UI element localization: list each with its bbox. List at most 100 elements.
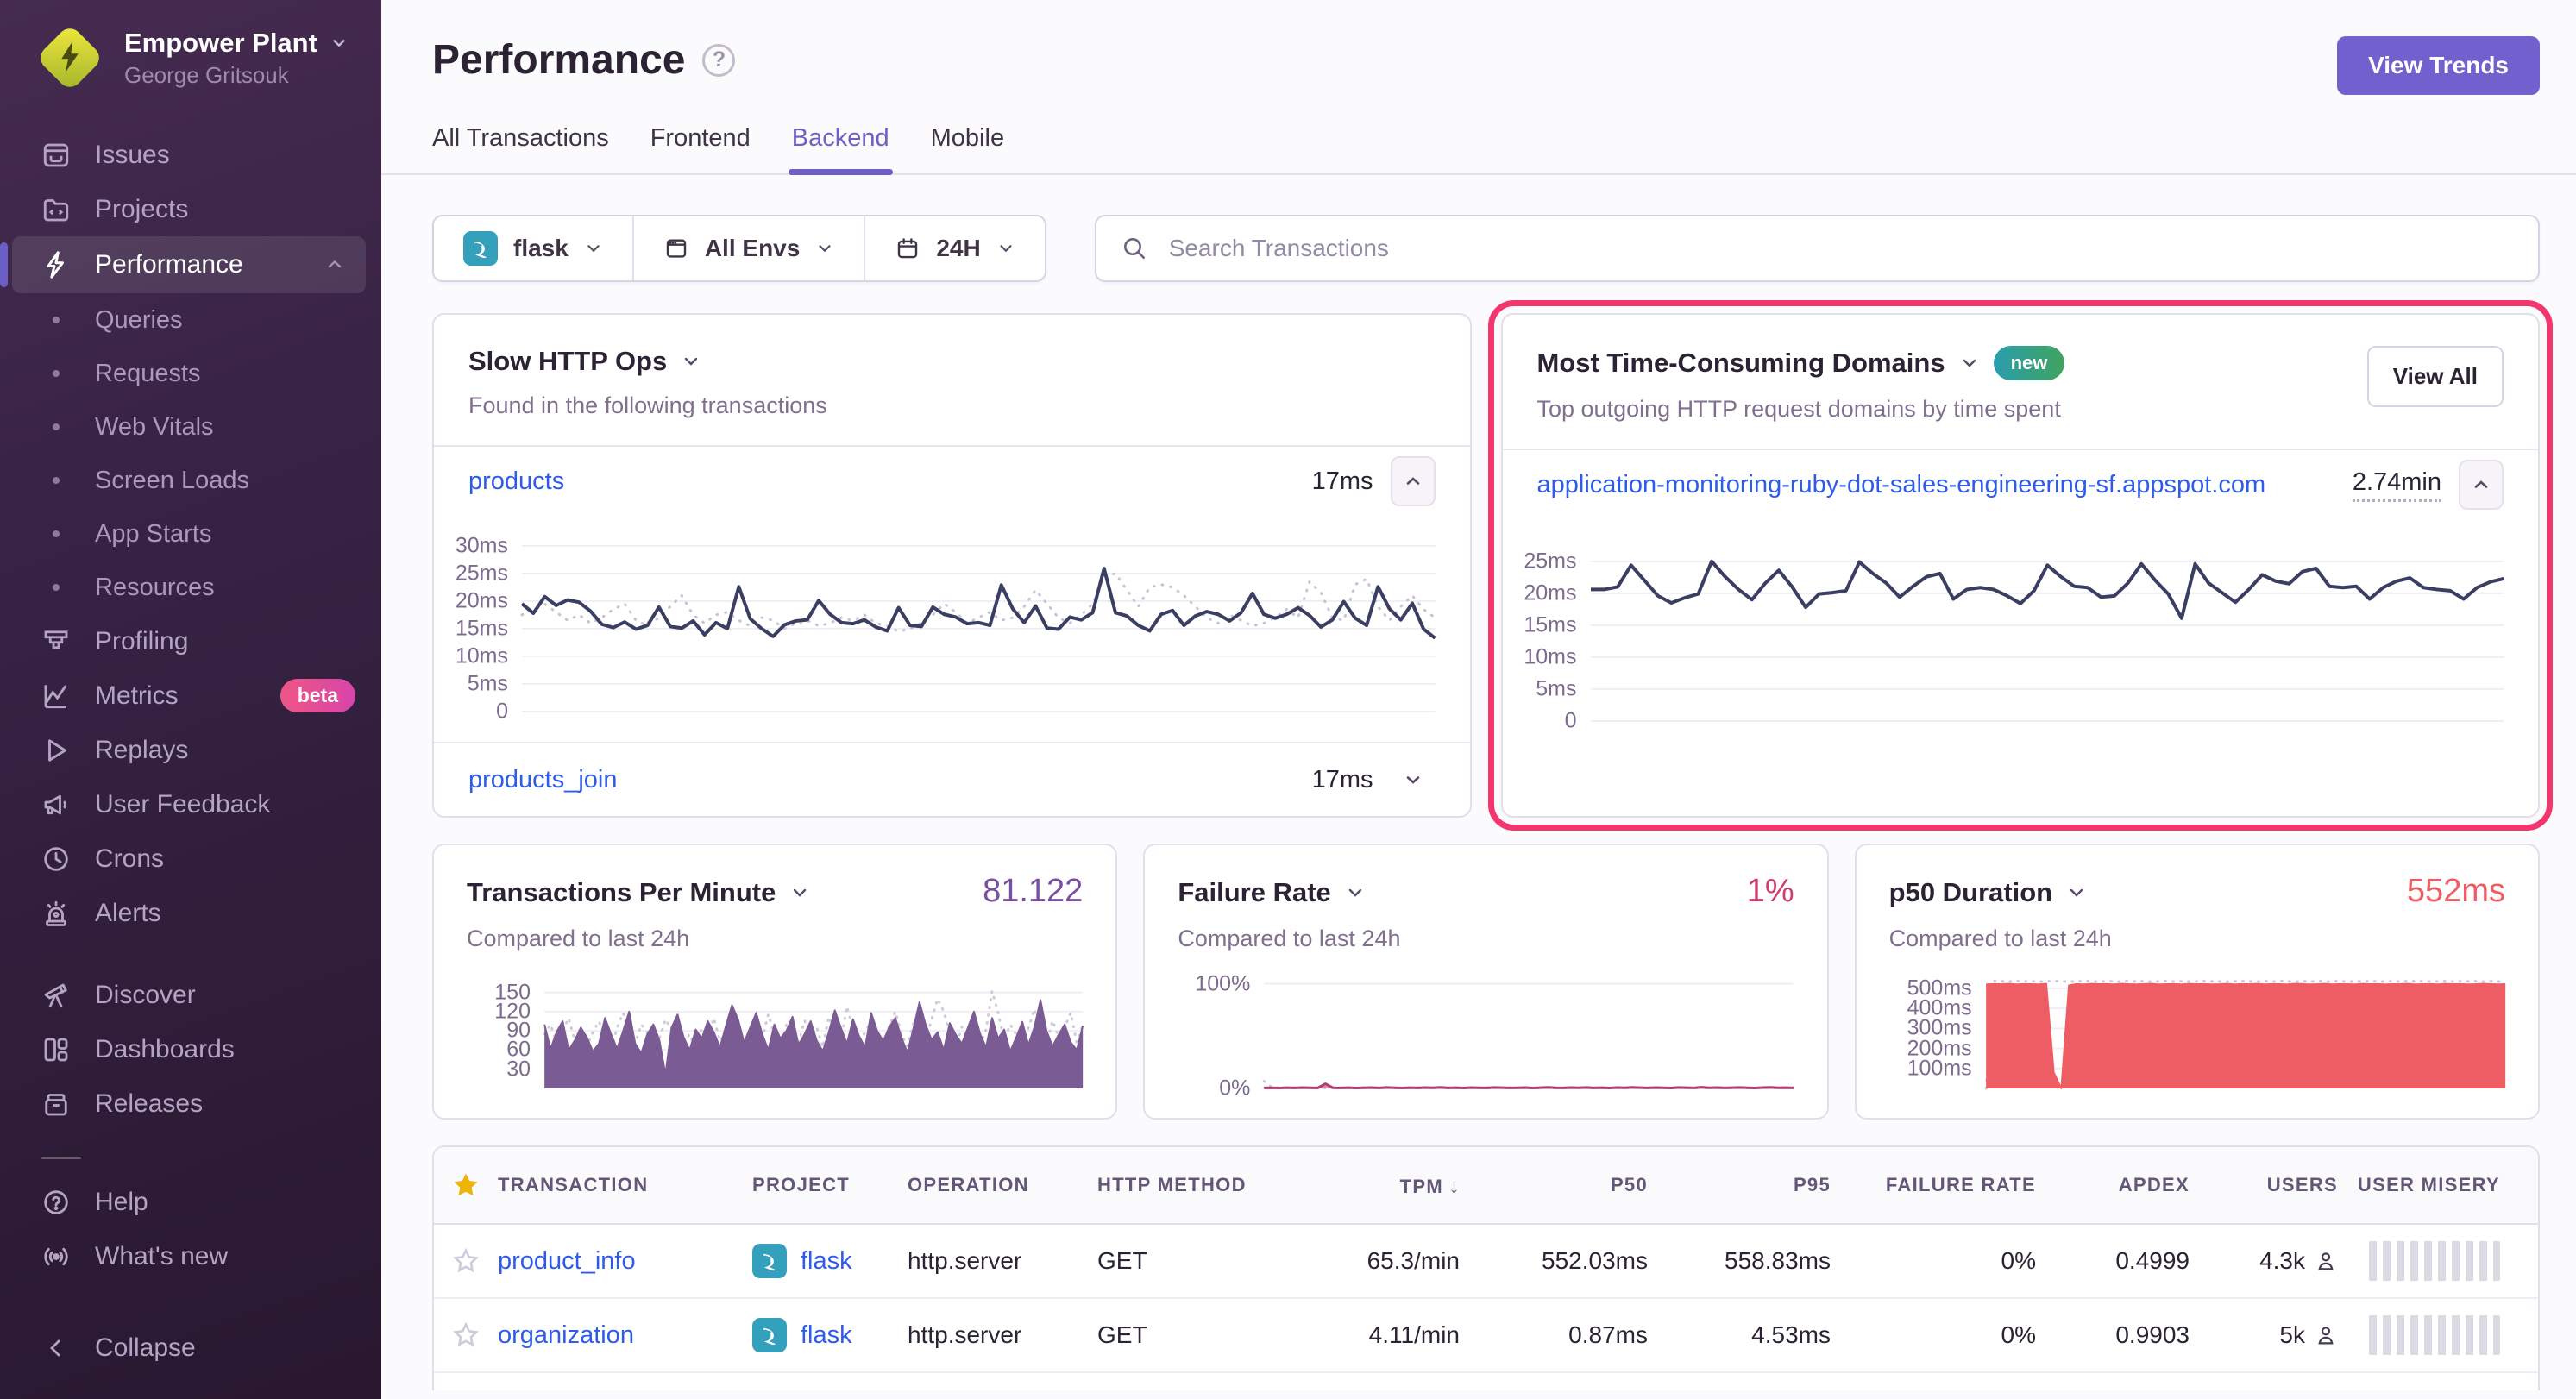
collapse-button[interactable]: Collapse <box>0 1321 381 1375</box>
flask-project-icon <box>752 1318 787 1352</box>
sidebar-item-user-feedback[interactable]: User Feedback <box>0 777 381 831</box>
table-clipped-row <box>434 1373 2538 1390</box>
tab-frontend[interactable]: Frontend <box>650 124 751 173</box>
project-filter[interactable]: flask <box>434 216 632 280</box>
tab-mobile[interactable]: Mobile <box>931 124 1004 173</box>
p50-title-row[interactable]: p50 Duration <box>1889 877 2087 908</box>
column-header-failure-rate[interactable]: FAILURE RATE <box>1886 1174 2036 1196</box>
failure-rate-cell: 0% <box>2001 1321 2036 1349</box>
collapse-row-button[interactable] <box>2459 460 2504 510</box>
sidebar-spacer <box>0 1283 381 1321</box>
date-range-filter[interactable]: 24H <box>864 216 1044 280</box>
project-link[interactable]: flask <box>801 1321 852 1350</box>
domains-chart: 25ms20ms15ms10ms5ms0 <box>1503 549 2504 721</box>
sidebar-item-resources[interactable]: Resources <box>0 561 381 614</box>
sidebar-item-metrics[interactable]: Metrics beta <box>0 668 381 723</box>
transaction-link[interactable]: organization <box>498 1321 634 1349</box>
sidebar-item-crons[interactable]: Crons <box>0 831 381 886</box>
collapse-row-button[interactable] <box>1391 456 1436 506</box>
column-header-users[interactable]: USERS <box>2267 1174 2338 1196</box>
tab-backend[interactable]: Backend <box>792 124 889 173</box>
sidebar-item-queries[interactable]: Queries <box>0 293 381 347</box>
column-header-user-misery[interactable]: USER MISERY <box>2358 1174 2538 1196</box>
sidebar-item-alerts[interactable]: Alerts <box>0 886 381 940</box>
tpm-subtitle: Compared to last 24h <box>467 925 1083 952</box>
domain-link[interactable]: application-monitoring-ruby-dot-sales-en… <box>1537 471 2266 499</box>
tab-all-transactions[interactable]: All Transactions <box>432 124 609 173</box>
column-header-http-method[interactable]: HTTP METHOD <box>1097 1174 1311 1196</box>
p95-cell: 4.53ms <box>1751 1321 1831 1349</box>
sidebar-item-label: App Starts <box>95 520 211 549</box>
sidebar-item-app-starts[interactable]: App Starts <box>0 507 381 561</box>
column-header-operation[interactable]: OPERATION <box>908 1174 1097 1196</box>
environment-filter[interactable]: All Envs <box>632 216 864 280</box>
sidebar-item-requests[interactable]: Requests <box>0 347 381 400</box>
y-axis-labels: 150120906030 <box>467 976 544 1088</box>
beta-badge: beta <box>280 679 355 712</box>
sidebar: Empower Plant George Gritsouk Issues Pro… <box>0 0 381 1399</box>
user-misery-cell <box>2338 1241 2538 1281</box>
sidebar-item-screen-loads[interactable]: Screen Loads <box>0 454 381 507</box>
telescope-icon <box>40 980 72 1011</box>
view-all-button[interactable]: View All <box>2367 346 2504 407</box>
sidebar-item-web-vitals[interactable]: Web Vitals <box>0 400 381 454</box>
favorite-toggle[interactable] <box>434 1321 498 1350</box>
column-header-p50[interactable]: P50 <box>1611 1174 1648 1196</box>
column-header-tpm[interactable]: TPM↓ <box>1400 1172 1460 1199</box>
sidebar-item-projects[interactable]: Projects <box>0 182 381 236</box>
sidebar-item-label: Issues <box>95 141 170 170</box>
tpm-header: Transactions Per Minute 81.122 <box>467 873 1083 910</box>
sidebar-item-performance[interactable]: Performance <box>12 236 366 293</box>
p50-subtitle: Compared to last 24h <box>1889 925 2505 952</box>
sidebar-item-discover[interactable]: Discover <box>0 968 381 1022</box>
chevron-up-icon[interactable] <box>324 254 345 275</box>
domain-time-spent[interactable]: 2.74min <box>2353 468 2441 502</box>
tpm-title-row[interactable]: Transactions Per Minute <box>467 877 810 908</box>
sidebar-item-profiling[interactable]: Profiling <box>0 614 381 668</box>
transaction-link-products-join[interactable]: products_join <box>468 766 618 794</box>
domains-subtitle: Top outgoing HTTP request domains by tim… <box>1537 396 2065 423</box>
domains-plot <box>1591 549 2504 721</box>
profiling-icon <box>40 626 72 657</box>
user-misery-bars <box>2369 1315 2500 1355</box>
favorite-column-header[interactable] <box>434 1170 498 1200</box>
column-header-project[interactable]: PROJECT <box>752 1174 908 1196</box>
bullet-icon <box>40 530 72 537</box>
search-input[interactable] <box>1167 234 2514 263</box>
view-trends-button[interactable]: View Trends <box>2337 36 2540 95</box>
projects-icon <box>40 194 72 225</box>
sidebar-item-issues[interactable]: Issues <box>0 128 381 182</box>
p50-cell: 552.03ms <box>1542 1247 1648 1275</box>
sidebar-item-whats-new[interactable]: What's new <box>0 1229 381 1283</box>
releases-icon <box>40 1088 72 1120</box>
slow-http-ops-title-row[interactable]: Slow HTTP Ops <box>468 346 1436 377</box>
org-switcher[interactable]: Empower Plant George Gritsouk <box>0 26 381 90</box>
transaction-link-products[interactable]: products <box>468 467 564 496</box>
transaction-link[interactable]: product_info <box>498 1247 636 1275</box>
user-icon <box>2314 1249 2338 1273</box>
search-bar[interactable] <box>1095 215 2540 282</box>
domains-title-row[interactable]: Most Time-Consuming Domains new <box>1537 346 2065 380</box>
broadcast-icon <box>40 1241 72 1272</box>
p50-chart: 500ms400ms300ms200ms100ms <box>1889 976 2505 1088</box>
column-header-transaction[interactable]: TRANSACTION <box>498 1174 752 1196</box>
sidebar-item-label: Metrics <box>95 681 179 711</box>
project-cell[interactable]: flask <box>752 1244 908 1278</box>
sidebar-item-help[interactable]: Help <box>0 1175 381 1229</box>
project-cell[interactable]: flask <box>752 1318 908 1352</box>
expand-row-button[interactable] <box>1391 755 1436 805</box>
column-header-p95[interactable]: P95 <box>1794 1174 1831 1196</box>
help-tooltip-icon[interactable]: ? <box>702 44 735 77</box>
tab-bar: All Transactions Frontend Backend Mobile <box>381 95 2576 175</box>
sidebar-item-dashboards[interactable]: Dashboards <box>0 1022 381 1076</box>
sidebar-item-label: Resources <box>95 574 215 602</box>
sidebar-item-releases[interactable]: Releases <box>0 1076 381 1131</box>
failure-rate-title-row[interactable]: Failure Rate <box>1178 877 1365 908</box>
sidebar-item-replays[interactable]: Replays <box>0 723 381 777</box>
favorite-toggle[interactable] <box>434 1246 498 1276</box>
p95-cell: 558.83ms <box>1725 1247 1831 1275</box>
column-header-apdex[interactable]: APDEX <box>2119 1174 2190 1196</box>
nav-group-gap <box>0 940 381 968</box>
project-link[interactable]: flask <box>801 1247 852 1276</box>
panel-footer: products_join 17ms <box>434 742 1470 816</box>
